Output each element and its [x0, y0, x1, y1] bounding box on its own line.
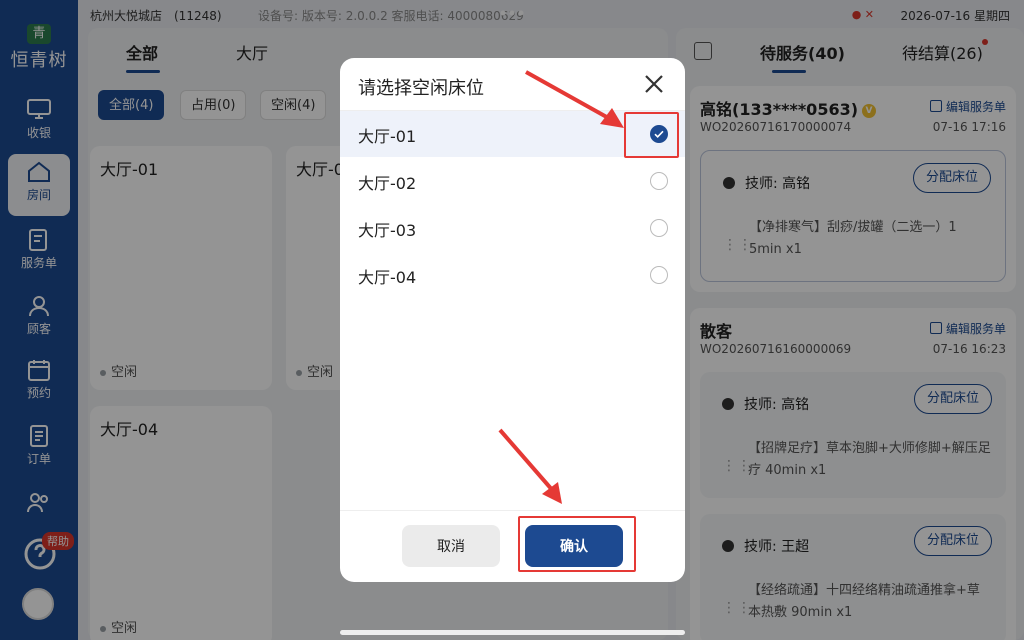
annotation-arrow-icon — [498, 428, 562, 504]
radio-unchecked-icon[interactable] — [650, 172, 668, 190]
bed-option[interactable]: 大厅-03 — [340, 205, 685, 251]
radio-unchecked-icon[interactable] — [650, 266, 668, 284]
bed-option-label: 大厅-01 — [358, 127, 417, 146]
bed-option-label: 大厅-04 — [358, 268, 417, 287]
bed-option-label: 大厅-02 — [358, 174, 417, 193]
close-icon[interactable] — [642, 72, 666, 96]
radio-unchecked-icon[interactable] — [650, 219, 668, 237]
home-indicator[interactable] — [340, 630, 685, 635]
bed-option[interactable]: 大厅-02 — [340, 158, 685, 204]
dialog-title: 请选择空闲床位 — [358, 78, 484, 99]
annotation-arrow-icon — [525, 70, 624, 128]
highlight-box — [624, 112, 679, 158]
cancel-button[interactable]: 取消 — [402, 525, 500, 567]
bed-option[interactable]: 大厅-04 — [340, 252, 685, 298]
divider — [340, 510, 685, 511]
highlight-box — [518, 516, 636, 572]
bed-option-label: 大厅-03 — [358, 221, 417, 240]
